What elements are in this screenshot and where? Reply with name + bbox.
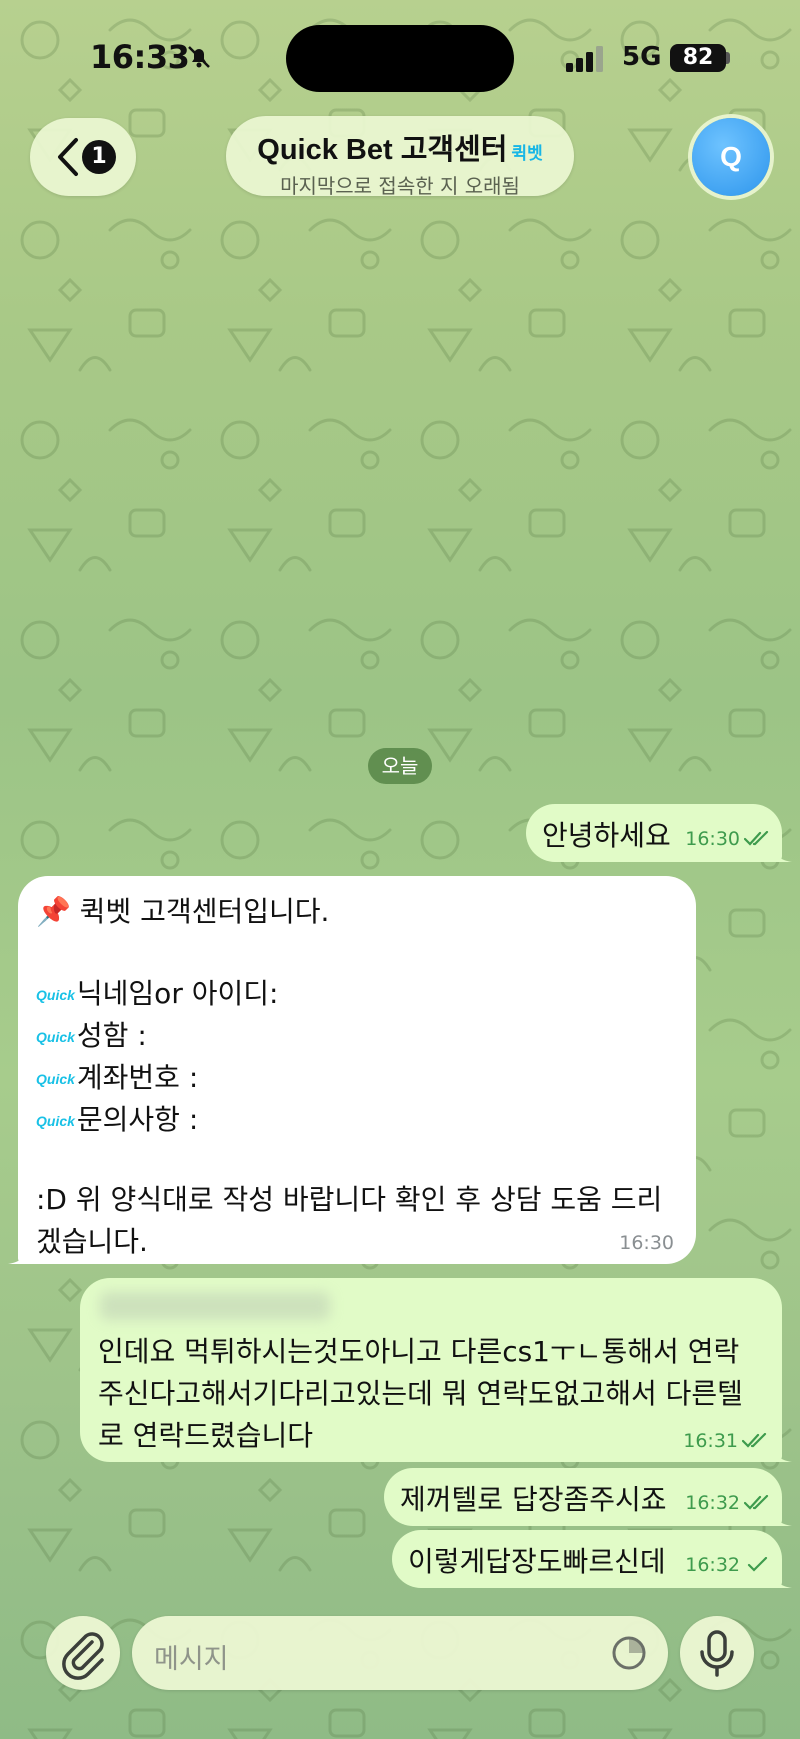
message-meta: 16:30 — [619, 1232, 674, 1254]
redacted-text — [100, 1292, 330, 1320]
message-input-placeholder: 메시지 — [154, 1644, 229, 1675]
message-time: 16:31 — [683, 1430, 738, 1452]
message-time: 16:32 — [685, 1492, 740, 1514]
message-line: 로 연락드렸습니다 — [98, 1419, 313, 1452]
quick-logo: Quick — [36, 1029, 75, 1045]
unread-badge: 1 — [82, 140, 116, 174]
message-line: 인데요 먹튀하시는것도아니고 다른cs1ㅜㄴ통해서 연락 — [98, 1335, 740, 1368]
message-line: :D 위 양식대로 작성 바랍니다 확인 후 상담 도움 드리 — [36, 1183, 663, 1216]
sticker-icon[interactable] — [610, 1634, 648, 1672]
bell-off-icon — [188, 46, 210, 68]
attach-button[interactable] — [46, 1616, 120, 1690]
double-check-icon — [742, 1433, 767, 1448]
message-bubble-outgoing[interactable]: 안녕하세요 16:30 — [526, 804, 792, 862]
message-time: 16:30 — [619, 1232, 674, 1254]
message-line: 주신다고해서기다리고있는데 뭐 연락도없고해서 다른텔 — [98, 1377, 743, 1410]
battery-tip — [726, 52, 730, 64]
last-seen-status: 마지막으로 접속한 지 오래됨 — [280, 174, 520, 198]
date-separator: 오늘 — [368, 748, 432, 784]
message-line: 📌 퀵벳 고객센터입니다. — [36, 895, 330, 928]
chat-title: Quick Bet 고객센터 — [257, 134, 508, 166]
message-input[interactable]: 메시지 — [132, 1616, 668, 1690]
form-field-nickname: Quick닉네임or 아이디: — [36, 972, 278, 1012]
field-label: 문의사항 : — [76, 1103, 199, 1136]
bubble-tail — [772, 1442, 792, 1462]
message-bubble-outgoing[interactable]: 인데요 먹튀하시는것도아니고 다른cs1ㅜㄴ통해서 연락 주신다고해서기다리고있… — [80, 1278, 792, 1462]
bubble-tail — [772, 1568, 792, 1588]
message-line: 겠습니다. — [36, 1225, 148, 1258]
dynamic-island — [286, 25, 514, 92]
message-text: 이렇게답장도빠르신데 — [408, 1545, 666, 1578]
field-label: 성함 : — [76, 1019, 147, 1052]
voice-record-button[interactable] — [680, 1616, 754, 1690]
double-check-icon — [744, 831, 769, 846]
microphone-icon — [700, 1630, 734, 1677]
status-time: 16:33 — [90, 38, 190, 76]
bubble-tail — [772, 842, 792, 862]
double-check-icon — [744, 1495, 769, 1510]
message-bubble-incoming[interactable]: 📌 퀵벳 고객센터입니다. Quick닉네임or 아이디: Quick성함 : … — [8, 876, 696, 1264]
message-bubble-outgoing[interactable]: 제꺼텔로 답장좀주시죠 16:32 — [384, 1468, 792, 1526]
message-time: 16:32 — [685, 1554, 740, 1576]
signal-icon — [566, 46, 603, 72]
message-text: 안녕하세요 — [542, 819, 671, 852]
quick-logo: Quick — [36, 1071, 75, 1087]
field-label: 계좌번호 : — [76, 1061, 199, 1094]
message-meta: 16:31 — [683, 1430, 768, 1452]
message-meta: 16:32 — [685, 1492, 770, 1514]
check-icon — [747, 1557, 768, 1572]
field-label: 닉네임or 아이디: — [76, 977, 279, 1010]
form-field-account: Quick계좌번호 : — [36, 1056, 198, 1096]
chevron-left-icon — [58, 138, 78, 176]
bubble-tail — [772, 1506, 792, 1526]
message-meta: 16:30 — [685, 828, 770, 850]
quick-logo: Quick — [36, 1113, 75, 1129]
network-type: 5G — [622, 42, 662, 72]
bubble-tail — [8, 1244, 28, 1264]
back-button[interactable]: 1 — [30, 118, 136, 196]
battery-level: 82 — [670, 44, 726, 72]
message-meta: 16:32 — [685, 1554, 770, 1576]
form-field-inquiry: Quick문의사항 : — [36, 1098, 198, 1138]
message-text: 제꺼텔로 답장좀주시죠 — [400, 1483, 667, 1516]
paperclip-icon — [62, 1632, 104, 1680]
quick-logo: Quick — [36, 987, 75, 1003]
form-field-name: Quick성함 : — [36, 1014, 147, 1054]
message-time: 16:30 — [685, 828, 740, 850]
chat-title-pill[interactable]: Quick Bet 고객센터 퀵벳 마지막으로 접속한 지 오래됨 — [226, 116, 574, 198]
avatar[interactable]: Q — [692, 118, 770, 196]
chat-title-tag: 퀵벳 — [511, 144, 543, 164]
message-bubble-outgoing[interactable]: 이렇게답장도빠르신데 16:32 — [392, 1530, 792, 1588]
